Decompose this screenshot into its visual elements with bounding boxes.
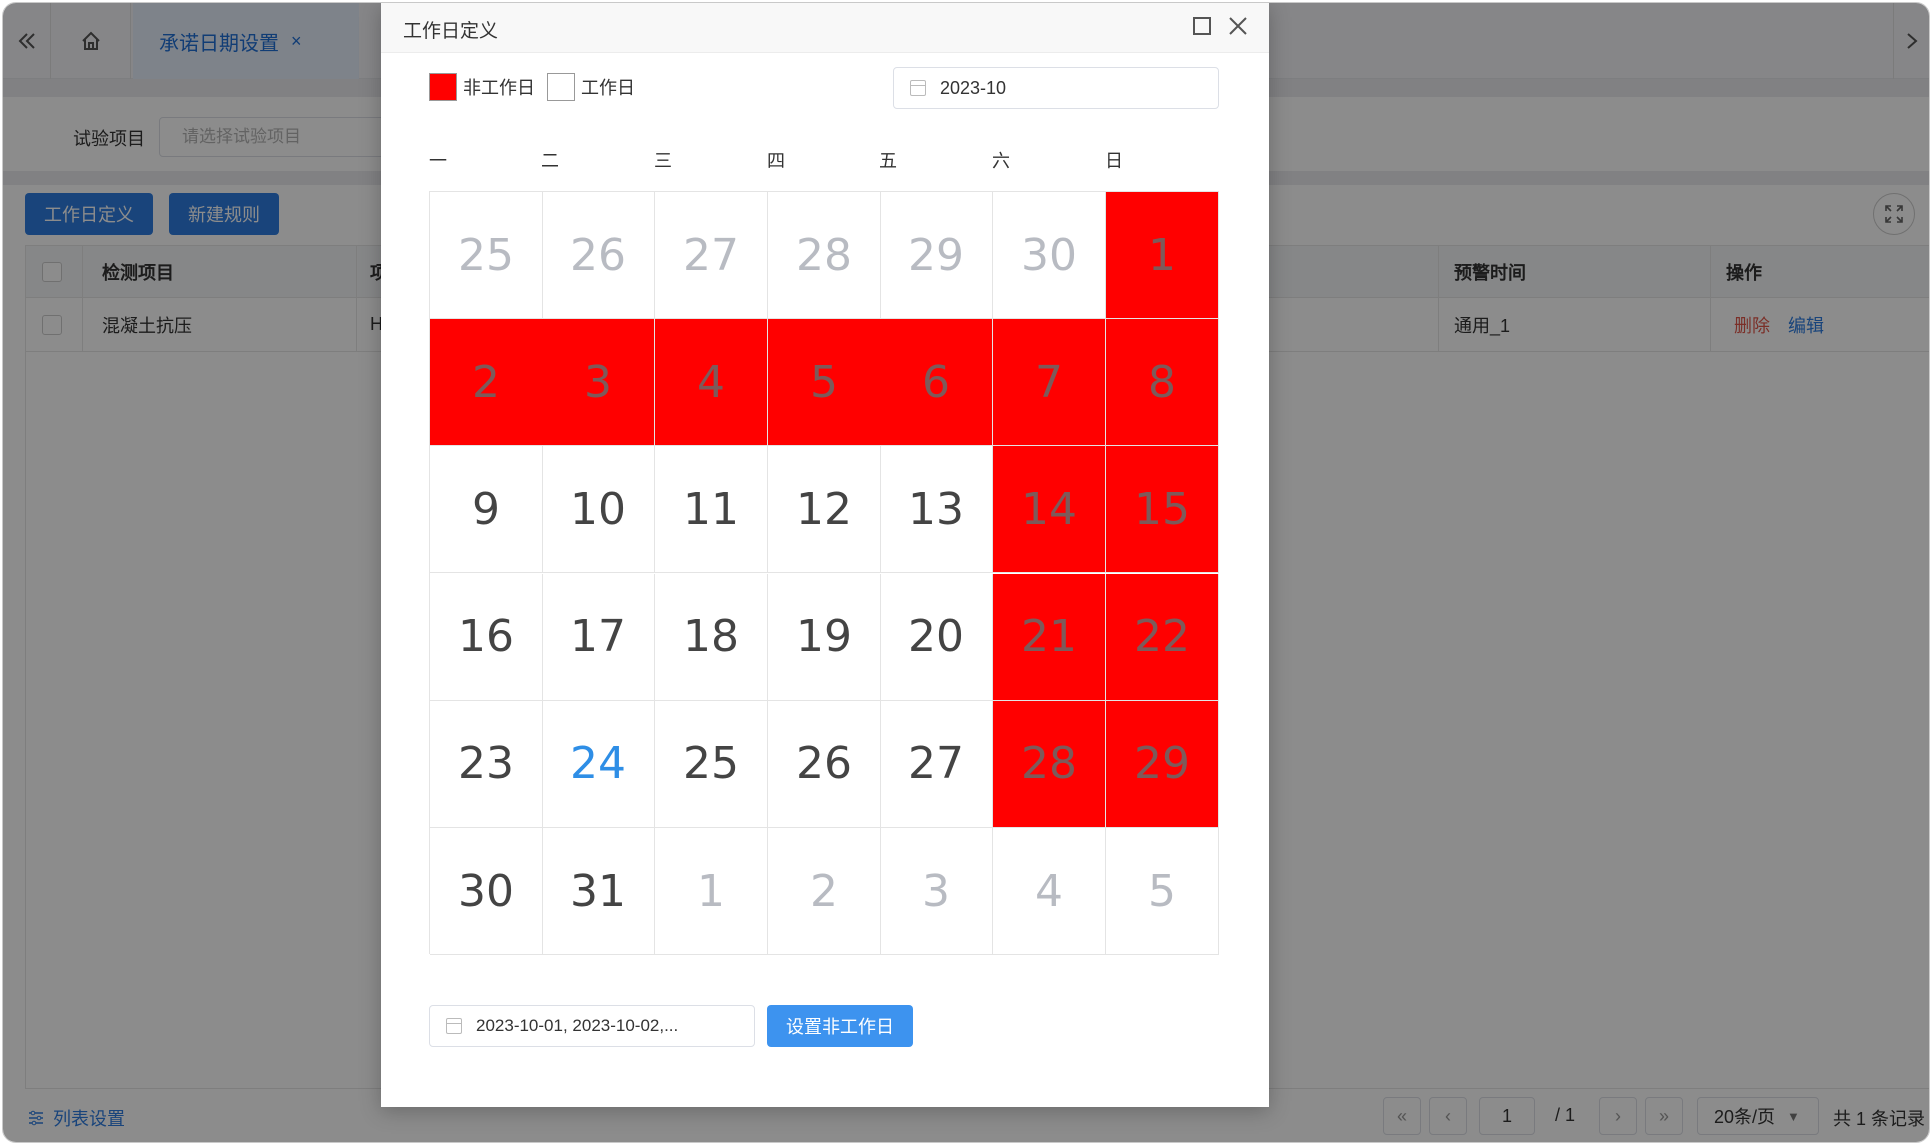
weekday-header: 一二三四五六日 [429,147,1219,173]
calendar-day[interactable]: 22 [1106,573,1219,701]
calendar-legend: 非工作日 工作日 [429,73,635,101]
calendar-day[interactable]: 23 [430,700,543,828]
calendar-day[interactable]: 1 [655,828,768,955]
dialog-header: 工作日定义 [381,3,1269,53]
calendar-day[interactable]: 15 [1106,446,1219,574]
calendar-icon [910,80,926,96]
calendar-day[interactable]: 12 [768,446,881,574]
calendar-day[interactable]: 25 [430,192,543,319]
calendar-day[interactable]: 4 [993,828,1106,955]
calendar-day[interactable]: 19 [768,573,881,701]
calendar-grid: 25 26 27 28 29 30 1 2 3 4 5 6 7 8 9 10 11 12 13 14 15 16 17 18 1… [429,191,1219,955]
calendar-day[interactable]: 5 [768,319,881,447]
calendar-day[interactable]: 2 [768,828,881,955]
calendar-day[interactable]: 21 [993,573,1106,701]
workday-definition-dialog: 工作日定义 非工作日 工作日 2023-10 一二三四五六日 25 26 27 28 2… [381,3,1269,1107]
set-nonwork-day-button[interactable]: 设置非工作日 [767,1005,913,1047]
month-picker[interactable]: 2023-10 [893,67,1219,109]
calendar-icon [446,1018,462,1034]
weekday-label: 五 [879,151,897,171]
work-swatch [547,73,575,101]
calendar-day[interactable]: 29 [1106,700,1219,828]
app-window: 承诺日期设置 × 试验项目 请选择试验项目 工作日定义 新建规则 检测项目 项 … [2,2,1930,1143]
weekday-label: 日 [1105,151,1123,171]
calendar-day[interactable]: 4 [655,319,768,447]
calendar-day[interactable]: 24 [542,700,655,828]
calendar-day[interactable]: 28 [768,192,881,319]
calendar-day[interactable]: 5 [1106,828,1219,955]
calendar-day[interactable]: 6 [880,319,993,447]
weekday-label: 三 [654,151,672,171]
calendar-day[interactable]: 11 [655,446,768,574]
calendar-day[interactable]: 27 [655,192,768,319]
weekday-label: 六 [992,151,1010,171]
calendar-day[interactable]: 30 [430,828,543,955]
dialog-title: 工作日定义 [403,21,499,42]
calendar-day[interactable]: 14 [993,446,1106,574]
calendar-day[interactable]: 28 [993,700,1106,828]
selected-dates-value: 2023-10-01, 2023-10-02,... [476,1016,679,1035]
calendar-day[interactable]: 16 [430,573,543,701]
calendar-day[interactable]: 13 [880,446,993,574]
month-value: 2023-10 [940,77,1007,98]
calendar-day[interactable]: 7 [993,319,1106,447]
calendar-day[interactable]: 3 [542,319,655,447]
calendar-day[interactable]: 27 [880,700,993,828]
legend-nonwork-label: 非工作日 [463,78,535,98]
calendar-day[interactable]: 25 [655,700,768,828]
weekday-label: 一 [429,151,447,171]
nonwork-swatch [429,73,457,101]
selected-dates-input[interactable]: 2023-10-01, 2023-10-02,... [429,1005,755,1047]
calendar-day[interactable]: 9 [430,446,543,574]
calendar-day[interactable]: 3 [880,828,993,955]
close-icon[interactable] [1225,13,1251,39]
maximize-icon[interactable] [1193,17,1211,35]
calendar-day[interactable]: 1 [1106,192,1219,319]
calendar-day[interactable]: 10 [542,446,655,574]
calendar-day[interactable]: 18 [655,573,768,701]
calendar-day[interactable]: 8 [1106,319,1219,447]
calendar-day[interactable]: 31 [542,828,655,955]
weekday-label: 二 [541,151,559,171]
weekday-label: 四 [767,151,785,171]
calendar-day[interactable]: 26 [768,700,881,828]
calendar-day[interactable]: 20 [880,573,993,701]
legend-work-label: 工作日 [581,78,635,98]
calendar-day[interactable]: 26 [542,192,655,319]
calendar-day[interactable]: 30 [993,192,1106,319]
calendar-day[interactable]: 17 [542,573,655,701]
calendar-day[interactable]: 29 [880,192,993,319]
calendar-day[interactable]: 2 [430,319,543,447]
